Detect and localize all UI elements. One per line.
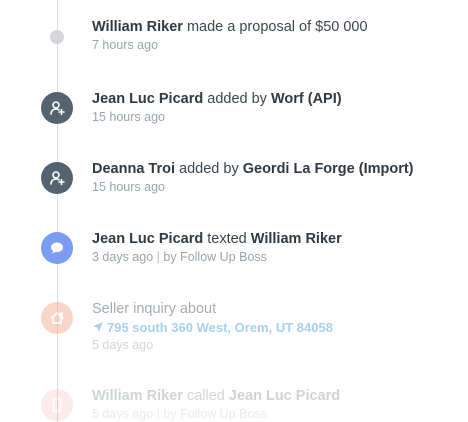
event-content: Deanna Troi added by Geordi La Forge (Im…: [92, 160, 414, 195]
add-person-icon: [41, 162, 73, 194]
chat-bubble-icon: [41, 232, 73, 264]
event-action: texted: [207, 231, 247, 247]
event-action: added by: [207, 91, 267, 107]
event-headline: Jean Luc Picard added by Worf (API): [92, 90, 342, 108]
event-meta: 3 days ago | by Follow Up Boss: [92, 249, 342, 265]
meta-separator: |: [156, 407, 160, 421]
event-meta: 5 days ago | by Follow Up Boss: [92, 406, 340, 422]
event-time: 15 hours ago: [92, 110, 165, 124]
event-source: by Follow Up Boss: [163, 407, 267, 421]
event-time: 5 days ago: [92, 338, 154, 352]
event-time: 15 hours ago: [92, 180, 165, 194]
event-headline: Seller inquiry about: [92, 300, 333, 318]
event-time: 7 hours ago: [92, 38, 159, 52]
event-headline: William Riker made a proposal of $50 000: [92, 18, 368, 36]
event-action: made a proposal of $50 000: [186, 19, 368, 35]
event-action: about: [179, 301, 217, 317]
event-content: Seller inquiry about 795 south 360 West,…: [92, 300, 333, 353]
activity-timeline: William Riker made a proposal of $50 000…: [0, 0, 468, 422]
event-content: William Riker made a proposal of $50 000…: [92, 18, 368, 53]
event-target[interactable]: William Riker: [251, 231, 342, 247]
event-actor[interactable]: William Riker: [92, 388, 183, 404]
event-target[interactable]: Jean Luc Picard: [229, 388, 340, 404]
event-target[interactable]: Worf (API): [271, 91, 342, 107]
event-source: by Follow Up Boss: [163, 250, 267, 264]
event-headline: Deanna Troi added by Geordi La Forge (Im…: [92, 160, 414, 178]
event-content: William Riker called Jean Luc Picard 5 d…: [92, 387, 340, 422]
location-arrow-icon: [93, 322, 103, 332]
event-action: added by: [179, 161, 239, 177]
event-title: Seller inquiry: [92, 301, 176, 317]
event-actor[interactable]: Jean Luc Picard: [92, 231, 203, 247]
event-headline: Jean Luc Picard texted William Riker: [92, 230, 342, 248]
phone-icon: [41, 389, 73, 421]
house-icon: [41, 302, 73, 334]
event-headline: William Riker called Jean Luc Picard: [92, 387, 340, 405]
add-person-icon: [41, 92, 73, 124]
event-actor[interactable]: William Riker: [92, 19, 183, 35]
dot-icon: [50, 30, 64, 44]
event-content: Jean Luc Picard added by Worf (API) 15 h…: [92, 90, 342, 125]
event-actor[interactable]: Deanna Troi: [92, 161, 175, 177]
address-text[interactable]: 795 south 360 West, Orem, UT 84058: [107, 320, 333, 335]
event-action: called: [186, 388, 225, 404]
event-time: 3 days ago: [92, 250, 154, 264]
event-target[interactable]: Geordi La Forge (Import): [243, 161, 414, 177]
address-link[interactable]: 795 south 360 West, Orem, UT 84058: [92, 319, 333, 336]
event-actor[interactable]: Jean Luc Picard: [92, 91, 203, 107]
event-time: 5 days ago: [92, 407, 154, 421]
event-content: Jean Luc Picard texted William Riker 3 d…: [92, 230, 342, 265]
meta-separator: |: [156, 250, 160, 264]
timeline-rail: [57, 0, 58, 422]
